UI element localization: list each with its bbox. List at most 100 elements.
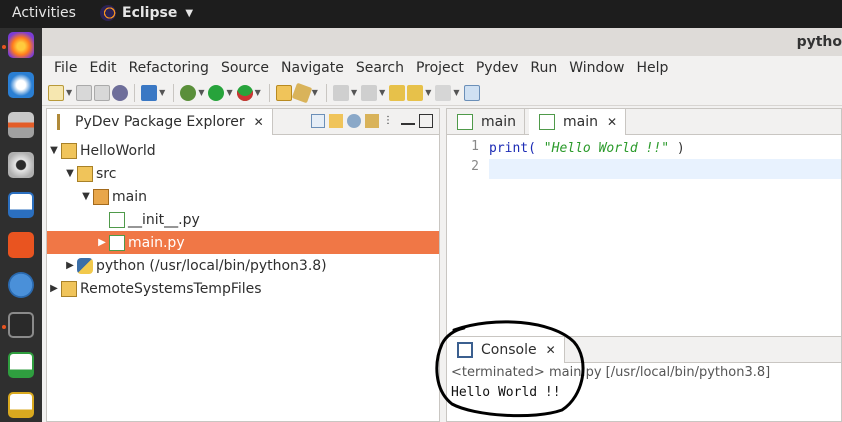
last-edit-icon[interactable]	[389, 84, 406, 101]
menu-source[interactable]: Source	[215, 60, 275, 76]
close-icon[interactable]: ✕	[607, 115, 617, 129]
chevron-down-icon: ▼	[185, 7, 194, 19]
code-line-current[interactable]	[489, 159, 841, 179]
activities-button[interactable]: Activities	[12, 5, 76, 21]
save-icon[interactable]	[76, 84, 93, 101]
chevron-down-icon[interactable]: ▼	[198, 88, 204, 97]
terminal-icon[interactable]	[8, 312, 34, 338]
tree-item-label: main.py	[128, 234, 185, 251]
help-icon[interactable]	[8, 272, 34, 298]
link-with-editor-icon[interactable]	[329, 114, 343, 128]
toolbar-separator	[268, 83, 270, 102]
collapsed-arrow-icon[interactable]: ▶	[97, 237, 107, 248]
menu-edit[interactable]: Edit	[83, 60, 122, 76]
prev-annotation-icon[interactable]	[361, 84, 378, 101]
thunderbird-icon[interactable]	[8, 72, 34, 98]
menu-navigate[interactable]: Navigate	[275, 60, 350, 76]
chevron-down-icon[interactable]: ▼	[66, 88, 72, 97]
tree-item-main-package[interactable]: ▼ main	[47, 185, 439, 208]
toolbar-separator	[134, 83, 136, 102]
menu-search[interactable]: Search	[350, 60, 410, 76]
open-perspective-icon[interactable]	[463, 84, 480, 101]
system-top-bar: Activities Eclipse ▼	[0, 0, 842, 28]
open-folder-icon[interactable]	[275, 84, 292, 101]
rhythmbox-icon[interactable]	[8, 152, 34, 178]
package-explorer-icon	[57, 114, 67, 130]
running-indicator	[2, 325, 6, 329]
back-icon[interactable]	[407, 84, 424, 101]
line-number: 2	[471, 159, 479, 174]
expanded-arrow-icon[interactable]: ▼	[65, 168, 75, 179]
tree-item-helloworld[interactable]: ▼ HelloWorld	[47, 139, 439, 162]
annotation-circle	[435, 320, 585, 418]
tree-item-src[interactable]: ▼ src	[47, 162, 439, 185]
tree-item-main-py[interactable]: ▶ main.py	[47, 231, 439, 254]
software-center-icon[interactable]	[8, 232, 34, 258]
explorer-tabbar: PyDev Package Explorer ✕ ⋮	[47, 109, 439, 135]
tree-item-python-interpreter[interactable]: ▶ python (/usr/local/bin/python3.8)	[47, 254, 439, 277]
python-file-icon	[539, 114, 555, 130]
next-annotation-icon[interactable]	[332, 84, 349, 101]
editor-tab-label: main	[481, 114, 516, 130]
expanded-arrow-icon[interactable]: ▼	[81, 191, 91, 202]
external-tools-icon[interactable]	[236, 84, 253, 101]
menu-file[interactable]: File	[48, 60, 83, 76]
minimize-icon[interactable]	[401, 117, 415, 125]
chevron-down-icon[interactable]: ▼	[312, 88, 318, 97]
files-icon[interactable]	[8, 112, 34, 138]
chevron-down-icon[interactable]: ▼	[226, 88, 232, 97]
maximize-icon[interactable]	[419, 114, 433, 128]
menu-help[interactable]: Help	[630, 60, 674, 76]
chevron-down-icon[interactable]: ▼	[379, 88, 385, 97]
collapse-all-icon[interactable]	[311, 114, 325, 128]
calc-icon[interactable]	[8, 352, 34, 378]
collapsed-arrow-icon[interactable]: ▶	[49, 283, 59, 294]
menu-refactoring[interactable]: Refactoring	[123, 60, 215, 76]
toolbar-separator	[173, 83, 175, 102]
terminal-icon[interactable]	[141, 84, 158, 101]
tab-label: PyDev Package Explorer	[75, 114, 245, 130]
tree-item-label: RemoteSystemsTempFiles	[80, 280, 262, 297]
save-all-icon[interactable]	[94, 84, 111, 101]
chevron-down-icon[interactable]: ▼	[255, 88, 261, 97]
view-menu-icon[interactable]: ⋮	[383, 114, 397, 128]
text-editor-icon[interactable]	[8, 392, 34, 418]
python-file-icon	[109, 211, 125, 228]
code-text-area[interactable]: print( "Hello World !!" )	[487, 135, 841, 339]
forward-icon[interactable]	[435, 84, 452, 101]
firefox-icon[interactable]	[8, 32, 34, 58]
tab-package-explorer[interactable]: PyDev Package Explorer ✕	[47, 109, 273, 135]
menu-pydev[interactable]: Pydev	[470, 60, 525, 76]
menu-window[interactable]: Window	[563, 60, 630, 76]
writer-icon[interactable]	[8, 192, 34, 218]
package-icon	[93, 188, 109, 205]
folder-icon	[61, 280, 77, 297]
code-string: "Hello World !!"	[543, 141, 670, 156]
editor-tab-main-2[interactable]: main ✕	[529, 109, 627, 135]
new-icon[interactable]	[48, 84, 64, 101]
chevron-down-icon[interactable]: ▼	[159, 88, 165, 97]
chevron-down-icon[interactable]: ▼	[425, 88, 431, 97]
chevron-down-icon[interactable]: ▼	[351, 88, 357, 97]
app-menu[interactable]: Eclipse ▼	[100, 5, 193, 21]
tree-item-remote-systems[interactable]: ▶ RemoteSystemsTempFiles	[47, 277, 439, 300]
window-titlebar: pytho	[42, 28, 842, 56]
editor-tabbar: main main ✕	[447, 109, 841, 135]
editor-tab-main-1[interactable]: main	[447, 109, 525, 135]
python-console-icon[interactable]	[112, 84, 129, 101]
filters-icon[interactable]	[347, 114, 361, 128]
python-file-icon	[109, 234, 125, 251]
editor-area: main main ✕ 1 2 print( "Hello World !!" …	[446, 108, 842, 340]
customize-view-icon[interactable]	[365, 114, 379, 128]
tree-item-init-py[interactable]: __init__.py	[47, 208, 439, 231]
pencil-icon[interactable]	[291, 82, 313, 103]
collapsed-arrow-icon[interactable]: ▶	[65, 260, 75, 271]
menu-project[interactable]: Project	[410, 60, 470, 76]
code-line[interactable]: print( "Hello World !!" )	[489, 139, 841, 159]
chevron-down-icon[interactable]: ▼	[453, 88, 459, 97]
close-icon[interactable]: ✕	[254, 115, 264, 129]
run-icon[interactable]	[208, 84, 225, 101]
menu-run[interactable]: Run	[524, 60, 563, 76]
debug-icon[interactable]	[180, 84, 197, 101]
expanded-arrow-icon[interactable]: ▼	[49, 145, 59, 156]
